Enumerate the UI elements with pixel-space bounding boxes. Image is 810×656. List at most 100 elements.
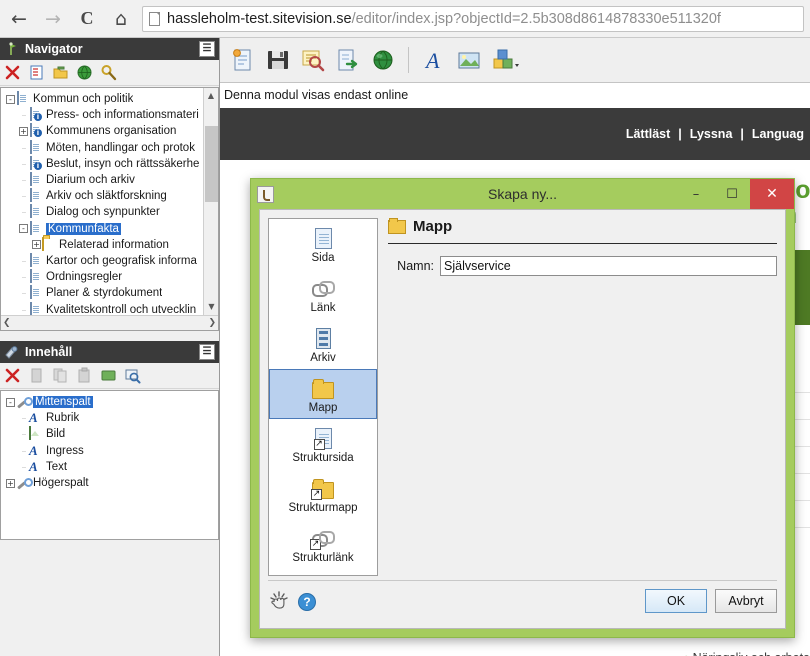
tree-item[interactable]: ·· Möten, handlingar och protok [3,139,202,156]
dialog-titlebar[interactable]: Skapa ny... – ☐ ✕ [251,179,794,209]
publish-icon[interactable] [335,47,361,73]
tree-item[interactable]: + Högerspalt [3,475,218,491]
object-type-strukturlänk[interactable]: ↗ Strukturlänk [269,519,377,569]
tree-item[interactable]: ·· A Ingress [3,443,218,459]
navigator-tree[interactable]: - Kommun och politik ·· i Press- och informa… [0,87,219,331]
object-type-label: Strukturmapp [288,501,358,514]
topbar-link-language[interactable]: Languag [752,127,804,141]
tree-line: ·· [21,158,27,169]
expand-icon[interactable]: + [32,240,41,250]
tree-item[interactable]: - Kommunfakta [3,220,202,237]
tree-item[interactable]: ·· i Press- och informationsmateri [3,107,202,123]
tree-line: ·· [21,255,27,266]
tree-item[interactable]: - Mittenspalt [3,394,218,410]
reload-button[interactable]: C [72,4,102,34]
url-bar[interactable]: hassleholm-test.sitevision.se/editor/ind… [142,5,804,32]
tree-item[interactable]: ·· A Text [3,459,218,475]
object-type-struktursida[interactable]: ↗ Struktursida [269,419,377,469]
object-type-länk[interactable]: Länk [269,269,377,319]
scroll-thumb[interactable] [205,126,218,202]
object-type-list[interactable]: Sida Länk Arkiv Mapp ↗ Struktursida ↗ Strukturm… [268,218,378,576]
toolbar-separator [408,47,409,73]
globe-icon[interactable] [76,64,93,81]
content-menu-icon[interactable]: ☰ [199,344,215,360]
folder-icon[interactable] [52,64,69,81]
delete-icon[interactable] [4,367,21,384]
delete-icon[interactable] [4,64,21,81]
ok-button[interactable]: OK [645,588,707,613]
tree-item[interactable]: + i Kommunens organisation [3,123,202,139]
object-type-arkiv[interactable]: Arkiv [269,319,377,369]
tree-item[interactable]: ·· Ordningsregler [3,269,202,285]
tree-item[interactable]: + Relaterad information [3,236,202,253]
module-icon[interactable] [100,367,117,384]
site-bottom-link[interactable]: Näringsliv och arbete [683,645,810,656]
search-icon[interactable] [100,64,117,81]
tree-line: ·· [21,207,27,218]
tree-item[interactable]: ·· Diarium och arkiv [3,172,202,188]
tree-item[interactable]: ·· Planer & styrdokument [3,285,202,301]
copy-icon[interactable] [52,367,69,384]
tree-item[interactable]: - Kommun och politik [3,91,202,107]
collapse-icon[interactable]: - [6,94,15,104]
tree-line: ·· [21,110,27,121]
modules-icon[interactable] [491,47,519,73]
new-page-icon[interactable] [230,47,256,73]
topbar-link-lattlast[interactable]: Lättläst [626,127,670,141]
collapse-icon[interactable]: - [19,224,28,234]
module-note: Denna modul visas endast online [224,88,409,102]
navigator-vscrollbar[interactable]: ▲ ▼ [203,88,218,330]
preview-icon[interactable] [300,47,326,73]
tree-item[interactable]: ·· Dialog och synpunkter [3,204,202,220]
tree-item-label: Kartor och geografisk informa [46,254,197,267]
info-badge-icon: i [34,113,42,122]
tree-item-label: Diarium och arkiv [46,174,135,187]
paste-icon[interactable] [76,367,93,384]
hand-icon[interactable] [268,590,290,612]
dialog-footer: ? OK Avbryt [268,580,777,620]
cancel-button[interactable]: Avbryt [715,588,777,613]
tree-item-label: Kommun och politik [33,93,134,106]
page-icon: i [29,107,43,122]
tree-item[interactable]: ·· Bild [3,426,218,442]
object-type-sida[interactable]: Sida [269,219,377,269]
expand-icon[interactable]: + [6,478,15,488]
help-icon[interactable]: ? [298,592,316,611]
expand-icon[interactable]: + [19,126,28,136]
topbar-separator: | [678,127,682,141]
cut-icon[interactable] [28,367,45,384]
properties-icon[interactable] [28,64,45,81]
object-type-label: Sida [311,251,335,264]
url-host: hassleholm-test.sitevision.se [167,10,352,27]
folder-icon [312,377,334,401]
scroll-left-icon[interactable]: ❮ [3,318,11,328]
scroll-down-icon[interactable]: ▼ [204,299,218,314]
globe-icon[interactable] [370,47,396,73]
scroll-up-icon[interactable]: ▲ [204,88,218,103]
collapse-icon[interactable]: - [6,397,15,407]
tree-line: ·· [21,461,27,472]
forward-button[interactable]: → [38,4,68,34]
navigator-hscrollbar[interactable]: ❮ ❯ [1,315,218,330]
text-icon: A [29,410,38,426]
home-button[interactable]: ⌂ [106,4,136,34]
save-icon[interactable] [265,47,291,73]
tree-item[interactable]: ·· Arkiv och släktforskning [3,188,202,204]
object-type-strukturmapp[interactable]: ↗ Strukturmapp [269,469,377,519]
preview-icon[interactable] [124,367,141,384]
page-icon [29,204,43,219]
tree-item[interactable]: ·· i Beslut, insyn och rättssäkerhe [3,155,202,172]
content-tree[interactable]: - Mittenspalt ·· A Rubrik ·· Bild ·· A Ingress ·· A… [0,390,219,540]
topbar-link-lyssna[interactable]: Lyssna [690,127,733,141]
text-module-icon[interactable]: A [421,47,447,73]
object-type-mapp[interactable]: Mapp [269,369,377,419]
dialog-heading: Mapp [413,218,453,235]
navigator-menu-icon[interactable]: ☰ [199,41,215,57]
tree-item[interactable]: ·· Kartor och geografisk informa [3,252,202,269]
back-button[interactable]: ← [4,4,34,34]
tree-item-label: Högerspalt [33,477,89,490]
scroll-right-icon[interactable]: ❯ [208,318,216,328]
image-module-icon[interactable] [456,47,482,73]
name-input[interactable] [440,256,777,276]
tree-item[interactable]: ·· A Rubrik [3,410,218,426]
